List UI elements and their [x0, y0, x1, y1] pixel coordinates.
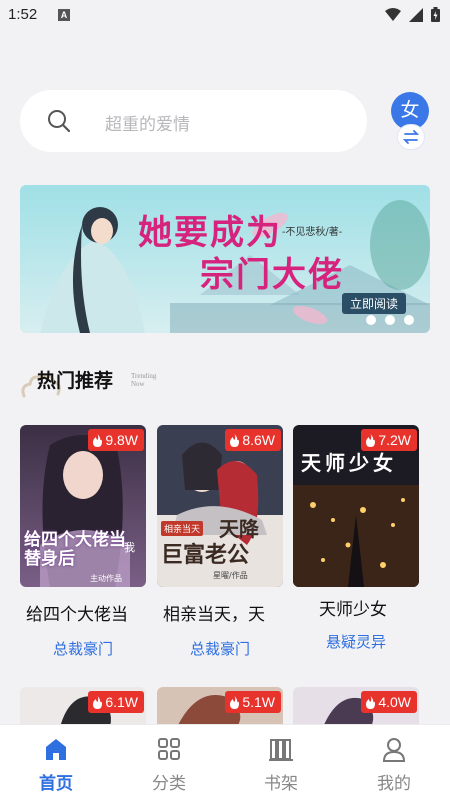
book-title[interactable]: 相亲当天，天 — [163, 600, 279, 625]
heat-count: 9.8W — [105, 432, 138, 448]
wifi-icon — [385, 7, 401, 21]
book-cover[interactable]: 6.1W — [20, 687, 146, 727]
fire-icon — [93, 695, 103, 709]
search-input[interactable]: 超重的爱情 — [20, 90, 367, 152]
section-title: 热门推荐 — [37, 370, 114, 392]
battery-icon — [431, 7, 440, 22]
heat-badge: 6.1W — [88, 691, 144, 713]
tab-label: 首页 — [39, 774, 73, 794]
user-icon — [382, 738, 406, 762]
grid-icon — [158, 738, 180, 760]
heat-badge: 7.2W — [361, 429, 417, 451]
heat-count: 5.1W — [242, 694, 275, 710]
fire-icon — [366, 695, 376, 709]
fire-icon — [93, 433, 103, 447]
banner-pagination — [366, 315, 414, 325]
banner-dot[interactable] — [404, 315, 414, 325]
tab-label: 我的 — [377, 774, 411, 794]
cover-title: 天师少女 — [301, 451, 397, 475]
heat-badge: 5.1W — [225, 691, 281, 713]
heat-badge: 8.6W — [225, 429, 281, 451]
book-tag[interactable]: 总裁豪门 — [157, 638, 283, 659]
cover-subtitle: 我 — [124, 541, 135, 554]
heat-badge: 9.8W — [88, 429, 144, 451]
fire-icon — [366, 433, 376, 447]
cover-title-2: 巨富老公 — [161, 542, 250, 568]
book-title[interactable]: 天师少女 — [319, 595, 435, 620]
banner-dot[interactable] — [366, 315, 376, 325]
book-cover[interactable]: 给四个大佬当替身后 我 主动作品 9.8W — [20, 425, 146, 587]
book-cover[interactable]: 相亲当天 天降 巨富老公 星曜/作品 8.6W — [157, 425, 283, 587]
notification-icon: A — [58, 9, 70, 21]
cover-tag: 相亲当天 — [161, 521, 204, 536]
heat-count: 4.0W — [378, 694, 411, 710]
cover-author: 星曜/作品 — [213, 571, 248, 580]
heat-count: 7.2W — [378, 432, 411, 448]
tab-category[interactable]: 分类 — [124, 725, 214, 800]
status-bar: 1:52 A — [0, 0, 450, 32]
swap-icon — [402, 130, 420, 144]
book-tag[interactable]: 悬疑灵异 — [293, 631, 419, 652]
search-placeholder: 超重的爱情 — [105, 115, 190, 135]
home-icon — [46, 739, 66, 760]
banner-author: -不见悲秋/著- — [282, 227, 343, 238]
tab-profile[interactable]: 我的 — [349, 725, 439, 800]
signal-icon — [409, 7, 423, 22]
tab-label: 书架 — [264, 774, 298, 794]
switch-gender-button[interactable] — [397, 124, 425, 150]
banner-dot[interactable] — [385, 315, 395, 325]
heat-count: 6.1W — [105, 694, 138, 710]
fire-icon — [230, 433, 240, 447]
bottom-tab-bar: 首页 分类 书架 我的 — [0, 724, 450, 800]
section-subtitle: Now — [131, 380, 145, 388]
fire-icon — [230, 695, 240, 709]
heat-count: 8.6W — [242, 432, 275, 448]
section-header: 热门推荐 Trending Now — [20, 362, 220, 402]
banner-title-line2: 宗门大佬 — [200, 255, 344, 295]
section-subtitle: Trending — [131, 372, 157, 380]
banner-read-button[interactable]: 立即阅读 — [342, 293, 407, 314]
promo-banner[interactable]: 她要成为 -不见悲秋/著- 宗门大佬 立即阅读 — [20, 185, 430, 333]
tab-label: 分类 — [152, 774, 186, 794]
bookshelf-icon — [269, 739, 293, 761]
book-title[interactable]: 给四个大佬当 — [26, 600, 142, 625]
cover-author: 主动作品 — [90, 574, 122, 583]
search-icon — [48, 110, 71, 133]
tab-bookshelf[interactable]: 书架 — [236, 725, 326, 800]
heat-badge: 4.0W — [361, 691, 417, 713]
book-cover[interactable]: 5.1W — [157, 687, 283, 727]
book-cover[interactable]: 4.0W — [293, 687, 419, 727]
book-tag[interactable]: 总裁豪门 — [20, 638, 146, 659]
book-cover[interactable]: 天师少女 7.2W — [293, 425, 419, 587]
tab-home[interactable]: 首页 — [11, 725, 101, 800]
status-time: 1:52 — [8, 6, 38, 23]
